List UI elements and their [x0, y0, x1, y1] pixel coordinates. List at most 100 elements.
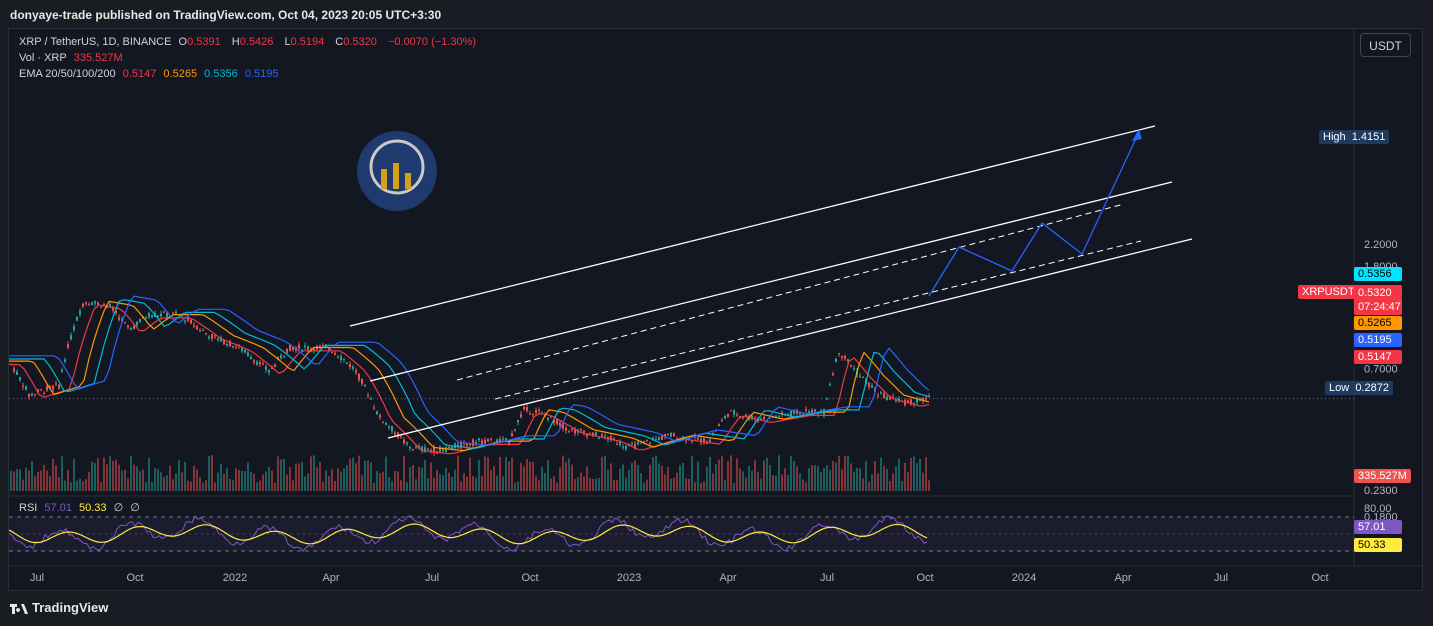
volume-bar	[748, 465, 750, 491]
volume-bar	[511, 457, 513, 491]
volume-bar	[352, 457, 354, 491]
high-label: H0.5426	[231, 36, 274, 48]
volume-bar	[535, 475, 537, 491]
rsi-axis-label-0: 80.00	[1364, 503, 1392, 515]
volume-bar	[808, 468, 810, 491]
volume-bar	[433, 478, 435, 491]
ema20-line	[9, 304, 930, 455]
volume-bar	[538, 480, 540, 491]
volume-bar	[517, 481, 519, 491]
candle-body	[64, 359, 66, 362]
volume-bar	[442, 475, 444, 491]
candle-body	[622, 446, 624, 448]
candle-body	[319, 345, 321, 348]
candle-body	[841, 355, 843, 358]
symbol-label: XRP / TetherUS, 1D, BINANCE	[19, 36, 172, 48]
candle-body	[502, 438, 504, 440]
candle-body	[103, 303, 105, 306]
volume-bar	[445, 467, 447, 491]
volume-bar	[640, 473, 642, 491]
candle-body	[601, 434, 603, 437]
candle-body	[196, 326, 198, 330]
volume-bar	[229, 478, 231, 491]
tradingview-footer[interactable]: TradingView	[10, 600, 108, 615]
volume-bar	[883, 466, 885, 491]
volume-bar	[400, 480, 402, 491]
currency-button[interactable]: USDT	[1360, 33, 1411, 57]
candle-body	[643, 441, 645, 443]
volume-bar	[22, 479, 24, 491]
volume-bar	[583, 476, 585, 491]
volume-bar	[850, 463, 852, 491]
volume-bar	[718, 459, 720, 491]
volume-bar	[181, 472, 183, 491]
candle-body	[151, 315, 153, 318]
volume-bar	[466, 476, 468, 491]
volume-bar	[715, 464, 717, 491]
rsi-extra1: ∅	[113, 502, 124, 514]
volume-bar	[547, 460, 549, 491]
volume-bar	[643, 482, 645, 491]
volume-bar	[619, 468, 621, 491]
volume-bar	[448, 472, 450, 491]
candle-body	[172, 312, 174, 314]
candle-body	[604, 435, 606, 437]
watermark-bar-icon	[381, 169, 387, 189]
candle-body	[247, 352, 249, 357]
candle-body	[43, 392, 45, 394]
volume-bar	[208, 456, 210, 491]
volume-bar	[151, 482, 153, 491]
volume-bar	[694, 482, 696, 491]
candle-body	[46, 386, 48, 391]
volume-bar	[676, 472, 678, 491]
volume-bar	[880, 457, 882, 491]
volume-bar	[139, 471, 141, 491]
ema50-tag: 0.5265	[1354, 316, 1402, 330]
ema200-line	[9, 295, 930, 446]
candle-body	[280, 355, 282, 359]
volume-bar	[319, 461, 321, 491]
volume-bar	[211, 455, 213, 491]
volume-bar	[859, 468, 861, 491]
ema200-value: 0.5195	[244, 68, 279, 80]
volume-bar	[274, 482, 276, 491]
chart-frame[interactable]: 2.20001.80001.10000.90000.70000.23000.18…	[8, 28, 1423, 591]
volume-bar	[571, 464, 573, 491]
candle-body	[193, 325, 195, 327]
volume-bar	[358, 455, 360, 491]
close-label: C0.5320	[335, 36, 377, 48]
volume-bar	[667, 466, 669, 491]
low-tag: Low 0.2872	[1325, 381, 1393, 395]
volume-bar	[301, 461, 303, 491]
candle-body	[631, 443, 633, 445]
candle-body	[232, 346, 234, 348]
candle-body	[394, 432, 396, 435]
volume-bar	[457, 455, 459, 491]
volume-bar	[757, 472, 759, 491]
candle-body	[136, 321, 138, 326]
candle-body	[547, 417, 549, 420]
volume-bar	[298, 463, 300, 491]
ema-label: EMA 20/50/100/200	[19, 68, 116, 80]
volume-bar	[736, 458, 738, 491]
candle-body	[646, 439, 648, 441]
volume-bar	[16, 469, 18, 491]
candle-body	[166, 313, 168, 317]
volume-bar	[784, 468, 786, 491]
candle-body	[85, 302, 87, 304]
volume-bar	[577, 477, 579, 491]
volume-bar	[802, 479, 804, 491]
price-chart[interactable]: 2.20001.80001.10000.90000.70000.23000.18…	[9, 29, 1423, 591]
volume-bar	[202, 482, 204, 491]
candle-body	[76, 316, 78, 321]
volume-bar	[727, 460, 729, 491]
candle-body	[880, 392, 882, 394]
candle-body	[373, 407, 375, 409]
volume-bar	[334, 481, 336, 491]
volume-bar	[733, 482, 735, 491]
candle-body	[868, 382, 870, 387]
volume-bar	[355, 463, 357, 491]
volume-bar	[322, 481, 324, 491]
volume-bar	[40, 470, 42, 491]
volume-bar	[235, 468, 237, 491]
